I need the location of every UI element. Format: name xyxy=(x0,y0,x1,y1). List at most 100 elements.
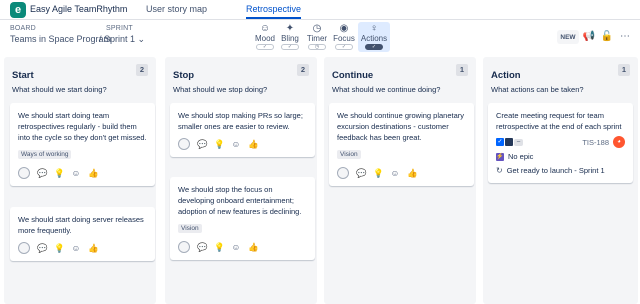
tab-user-story-map[interactable]: User story map xyxy=(146,4,207,14)
card-actions: 💬 💡 ☺ 👍 xyxy=(18,242,147,254)
thumbs-up-icon[interactable]: 👍 xyxy=(88,242,99,254)
emoji-icon[interactable]: ☺ xyxy=(231,241,241,253)
emoji-icon[interactable]: ☺ xyxy=(390,167,400,179)
emoji-icon[interactable]: ☺ xyxy=(71,242,81,254)
card-actions: 💬 💡 ☺ 👍 xyxy=(18,167,147,179)
tool-timer-label: Timer xyxy=(306,34,328,43)
new-badge-button[interactable]: NEW xyxy=(557,30,579,44)
column-continue: Continue 1 What should we continue doing… xyxy=(324,57,476,304)
tool-actions-label: Actions xyxy=(360,34,388,43)
column-question: What should we continue doing? xyxy=(332,85,441,94)
column-question: What should we start doing? xyxy=(12,85,107,94)
more-icon[interactable]: ⋯ xyxy=(618,30,632,44)
retro-card[interactable]: We should stop the focus on developing o… xyxy=(170,177,315,260)
tool-actions[interactable]: ♀ Actions ✓ xyxy=(358,22,390,52)
column-count: 1 xyxy=(456,64,468,76)
tool-mood-label: Mood xyxy=(254,34,275,43)
toolbar: BOARD Teams in Space Program SPRINT / Sp… xyxy=(0,22,640,54)
sparkle-icon: ✦ xyxy=(285,23,295,34)
retro-card[interactable]: We should stop making PRs so large; smal… xyxy=(170,103,315,157)
thumbs-up-icon[interactable]: 👍 xyxy=(407,167,418,179)
column-title: Action xyxy=(491,70,521,81)
column-header: Action 1 xyxy=(491,64,632,81)
thumbs-up-icon[interactable]: 👍 xyxy=(88,167,99,179)
chevron-down-icon: ⌄ xyxy=(135,34,146,44)
board-label: BOARD xyxy=(10,25,36,32)
retro-card[interactable]: We should continue growing planetary exc… xyxy=(329,103,474,186)
board-selector[interactable]: Teams in Space Program xyxy=(10,34,111,44)
sprint-label: Get ready to launch - Sprint 1 xyxy=(506,166,605,175)
issue-key[interactable]: TIS-188 xyxy=(582,138,609,147)
sprint-selector[interactable]: / Sprint 1 ⌄ xyxy=(99,34,145,45)
issue-row: ✓ – TIS-188 ◕ xyxy=(496,136,625,148)
column-header: Stop 2 xyxy=(173,64,311,81)
thumbs-up-icon[interactable]: 👍 xyxy=(248,138,259,150)
column-question: What should we stop doing? xyxy=(173,85,268,94)
card-tag[interactable]: Vision xyxy=(178,224,202,233)
card-actions: 💬 💡 ☺ 👍 xyxy=(178,241,307,253)
tool-timer-toggle[interactable]: ◷ xyxy=(308,44,326,50)
sprint-row[interactable]: ↻ Get ready to launch - Sprint 1 xyxy=(496,165,625,176)
avatar[interactable] xyxy=(178,241,190,253)
tool-bling-toggle[interactable]: ✓ xyxy=(281,44,299,50)
lightbulb-icon[interactable]: 💡 xyxy=(373,167,384,179)
column-header: Start 2 xyxy=(12,64,150,81)
tool-actions-toggle[interactable]: ✓ xyxy=(365,44,383,50)
comment-icon[interactable]: 💬 xyxy=(197,241,208,253)
column-title: Continue xyxy=(332,70,374,81)
app-name: Easy Agile TeamRhythm xyxy=(30,4,128,14)
avatar[interactable] xyxy=(18,167,30,179)
eye-icon: ◉ xyxy=(339,23,349,34)
card-tag[interactable]: Ways of working xyxy=(18,150,72,159)
tool-focus-label: Focus xyxy=(333,34,355,43)
emoji-icon[interactable]: ☺ xyxy=(231,138,241,150)
lightbulb-icon[interactable]: 💡 xyxy=(214,241,225,253)
epic-icon: ⚡ xyxy=(496,152,504,161)
avatar[interactable] xyxy=(337,167,349,179)
lightbulb-icon[interactable]: 💡 xyxy=(214,138,225,150)
retro-card[interactable]: We should start doing team retrospective… xyxy=(10,103,155,186)
lightbulb-icon[interactable]: 💡 xyxy=(54,242,65,254)
comment-icon[interactable]: 💬 xyxy=(37,167,48,179)
column-question: What actions can be taken? xyxy=(491,85,584,94)
emoji-icon[interactable]: ☺ xyxy=(71,167,81,179)
card-tag[interactable]: Vision xyxy=(337,150,361,159)
sprint-icon: ↻ xyxy=(496,166,503,175)
assignee-avatar[interactable]: ◕ xyxy=(613,136,625,148)
retro-board: Start 2 What should we start doing? We s… xyxy=(0,57,640,304)
sprint-value: Sprint 1 xyxy=(104,34,136,44)
megaphone-icon[interactable]: 📢 xyxy=(582,30,596,44)
checkbox-icon[interactable]: ✓ xyxy=(496,138,504,146)
comment-icon[interactable]: 💬 xyxy=(197,138,208,150)
lock-icon[interactable]: 🔓 xyxy=(600,30,614,44)
epic-row[interactable]: ⚡ No epic xyxy=(496,151,625,162)
column-start: Start 2 What should we start doing? We s… xyxy=(4,57,156,304)
avatar[interactable] xyxy=(178,138,190,150)
tool-mood-toggle[interactable]: ✓ xyxy=(256,44,274,50)
column-count: 2 xyxy=(136,64,148,76)
lightbulb-icon[interactable]: 💡 xyxy=(54,167,65,179)
column-title: Stop xyxy=(173,70,195,81)
tool-focus[interactable]: ◉ Focus ✓ xyxy=(328,22,360,52)
sprint-label: SPRINT xyxy=(106,25,133,32)
action-card[interactable]: Create meeting request for team retrospe… xyxy=(488,103,633,183)
thumbs-up-icon[interactable]: 👍 xyxy=(248,241,259,253)
tool-focus-toggle[interactable]: ✓ xyxy=(335,44,353,50)
clock-icon: ◷ xyxy=(312,23,322,34)
app-logo: e xyxy=(10,2,26,18)
column-count: 2 xyxy=(297,64,309,76)
column-title: Start xyxy=(12,70,34,81)
card-text: We should start doing server releases mo… xyxy=(18,215,144,235)
comment-icon[interactable]: 💬 xyxy=(37,242,48,254)
tab-retrospective[interactable]: Retrospective xyxy=(246,4,302,19)
avatar[interactable] xyxy=(18,242,30,254)
retro-card[interactable]: We should start doing server releases mo… xyxy=(10,207,155,261)
lightbulb-icon: ♀ xyxy=(370,23,378,34)
comment-icon[interactable]: 💬 xyxy=(356,167,367,179)
column-stop: Stop 2 What should we stop doing? We sho… xyxy=(165,57,317,304)
smiley-icon: ☺ xyxy=(259,23,271,34)
card-text: We should stop making PRs so large; smal… xyxy=(178,111,303,131)
status-square-icon xyxy=(505,138,513,146)
tool-bling-label: Bling xyxy=(281,34,299,43)
card-text: We should stop the focus on developing o… xyxy=(178,185,302,216)
